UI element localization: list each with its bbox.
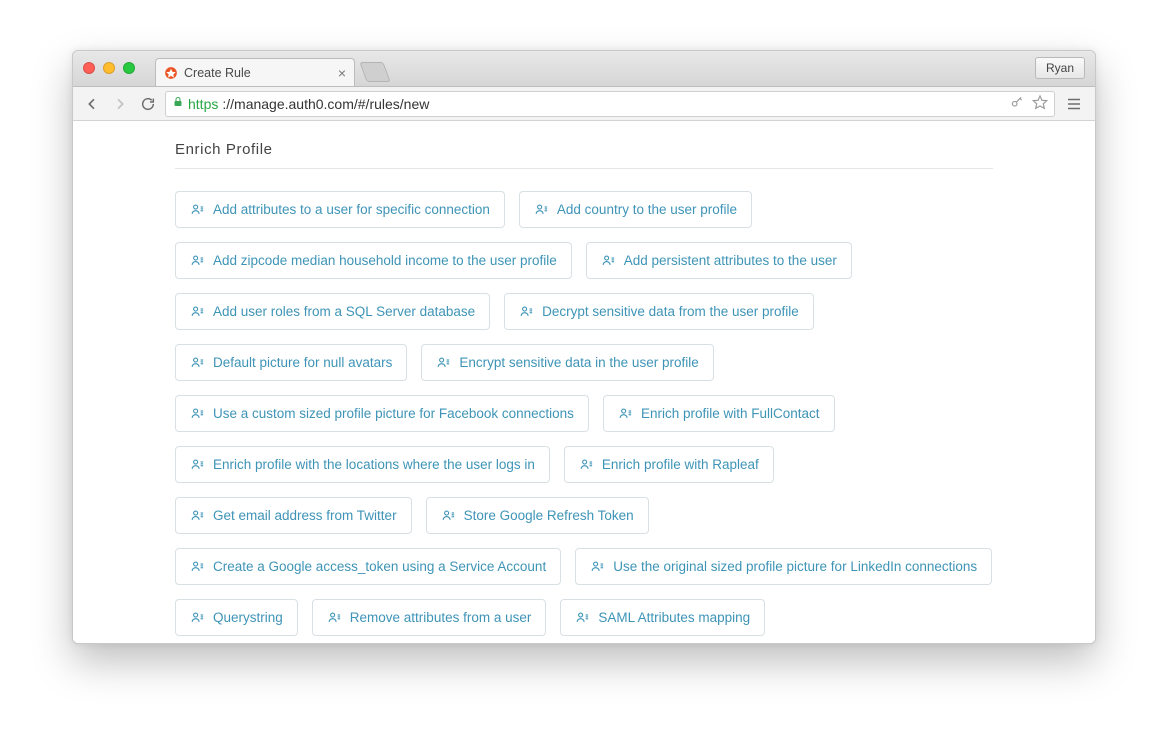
user-icon xyxy=(575,610,590,625)
rule-label: Use the original sized profile picture f… xyxy=(613,559,977,574)
section-title: Enrich Profile xyxy=(175,141,993,169)
rule-label: Add persistent attributes to the user xyxy=(624,253,837,268)
user-label: Ryan xyxy=(1046,61,1074,75)
rule-label: Add country to the user profile xyxy=(557,202,737,217)
rule-label: Querystring xyxy=(213,610,283,625)
rule-label: Encrypt sensitive data in the user profi… xyxy=(459,355,698,370)
rule-template-card[interactable]: Enrich profile with Rapleaf xyxy=(564,446,774,483)
rule-template-card[interactable]: Add country to the user profile xyxy=(519,191,752,228)
menu-button[interactable] xyxy=(1061,91,1087,117)
titlebar: Create Rule × Ryan xyxy=(73,51,1095,87)
rule-template-card[interactable]: Get email address from Twitter xyxy=(175,497,412,534)
rule-label: Default picture for null avatars xyxy=(213,355,392,370)
rule-template-card[interactable]: Add zipcode median household income to t… xyxy=(175,242,572,279)
rule-label: Add zipcode median household income to t… xyxy=(213,253,557,268)
rule-label: Create a Google access_token using a Ser… xyxy=(213,559,546,574)
window-minimize-button[interactable] xyxy=(103,62,115,74)
toolbar: https://manage.auth0.com/#/rules/new xyxy=(73,87,1095,121)
user-icon xyxy=(327,610,342,625)
rule-label: Enrich profile with FullContact xyxy=(641,406,820,421)
rule-template-card[interactable]: Querystring xyxy=(175,599,298,636)
user-icon xyxy=(436,355,451,370)
reload-button[interactable] xyxy=(137,93,159,115)
rule-template-card[interactable]: Create a Google access_token using a Ser… xyxy=(175,548,561,585)
rules-list: Add attributes to a user for specific co… xyxy=(175,191,993,643)
user-icon xyxy=(534,202,549,217)
rule-template-card[interactable]: Enrich profile with the locations where … xyxy=(175,446,550,483)
lock-icon xyxy=(172,96,184,111)
user-icon xyxy=(190,355,205,370)
browser-window: Create Rule × Ryan https://manage.auth0.… xyxy=(72,50,1096,644)
rule-label: Enrich profile with the locations where … xyxy=(213,457,535,472)
rule-label: Add attributes to a user for specific co… xyxy=(213,202,490,217)
url-protocol: https xyxy=(188,96,218,112)
rule-template-card[interactable]: Decrypt sensitive data from the user pro… xyxy=(504,293,814,330)
user-icon xyxy=(519,304,534,319)
url-path: ://manage.auth0.com/#/rules/new xyxy=(222,96,429,112)
rule-template-card[interactable]: Use a custom sized profile picture for F… xyxy=(175,395,589,432)
user-icon xyxy=(601,253,616,268)
address-bar[interactable]: https://manage.auth0.com/#/rules/new xyxy=(165,91,1055,117)
tab-close-icon[interactable]: × xyxy=(338,65,346,81)
window-maximize-button[interactable] xyxy=(123,62,135,74)
rule-label: Remove attributes from a user xyxy=(350,610,532,625)
rule-template-card[interactable]: Add user roles from a SQL Server databas… xyxy=(175,293,490,330)
bookmark-star-icon[interactable] xyxy=(1032,94,1048,113)
user-icon xyxy=(190,457,205,472)
back-button[interactable] xyxy=(81,93,103,115)
rule-label: Use a custom sized profile picture for F… xyxy=(213,406,574,421)
page-content: Enrich Profile Add attributes to a user … xyxy=(73,121,1095,643)
rule-label: SAML Attributes mapping xyxy=(598,610,750,625)
rule-template-card[interactable]: Default picture for null avatars xyxy=(175,344,407,381)
user-icon xyxy=(190,559,205,574)
user-icon xyxy=(618,406,633,421)
new-tab-button[interactable] xyxy=(359,62,390,82)
window-close-button[interactable] xyxy=(83,62,95,74)
tab-title: Create Rule xyxy=(184,66,251,80)
traffic-lights xyxy=(83,62,135,74)
rule-template-card[interactable]: Add persistent attributes to the user xyxy=(586,242,852,279)
rule-label: Enrich profile with Rapleaf xyxy=(602,457,759,472)
key-icon[interactable] xyxy=(1010,95,1024,112)
user-menu-button[interactable]: Ryan xyxy=(1035,57,1085,79)
user-icon xyxy=(190,304,205,319)
rule-template-card[interactable]: Store Google Refresh Token xyxy=(426,497,649,534)
rule-label: Decrypt sensitive data from the user pro… xyxy=(542,304,799,319)
auth0-favicon-icon xyxy=(164,66,178,80)
rule-label: Get email address from Twitter xyxy=(213,508,397,523)
forward-button[interactable] xyxy=(109,93,131,115)
user-icon xyxy=(190,253,205,268)
rule-label: Add user roles from a SQL Server databas… xyxy=(213,304,475,319)
rule-template-card[interactable]: Add attributes to a user for specific co… xyxy=(175,191,505,228)
rule-template-card[interactable]: Use the original sized profile picture f… xyxy=(575,548,992,585)
user-icon xyxy=(441,508,456,523)
user-icon xyxy=(190,508,205,523)
rule-template-card[interactable]: SAML Attributes mapping xyxy=(560,599,765,636)
user-icon xyxy=(190,202,205,217)
rule-template-card[interactable]: Encrypt sensitive data in the user profi… xyxy=(421,344,713,381)
user-icon xyxy=(590,559,605,574)
user-icon xyxy=(190,610,205,625)
rule-label: Store Google Refresh Token xyxy=(464,508,634,523)
user-icon xyxy=(579,457,594,472)
browser-tab[interactable]: Create Rule × xyxy=(155,58,355,86)
user-icon xyxy=(190,406,205,421)
rule-template-card[interactable]: Enrich profile with FullContact xyxy=(603,395,835,432)
rule-template-card[interactable]: Remove attributes from a user xyxy=(312,599,547,636)
